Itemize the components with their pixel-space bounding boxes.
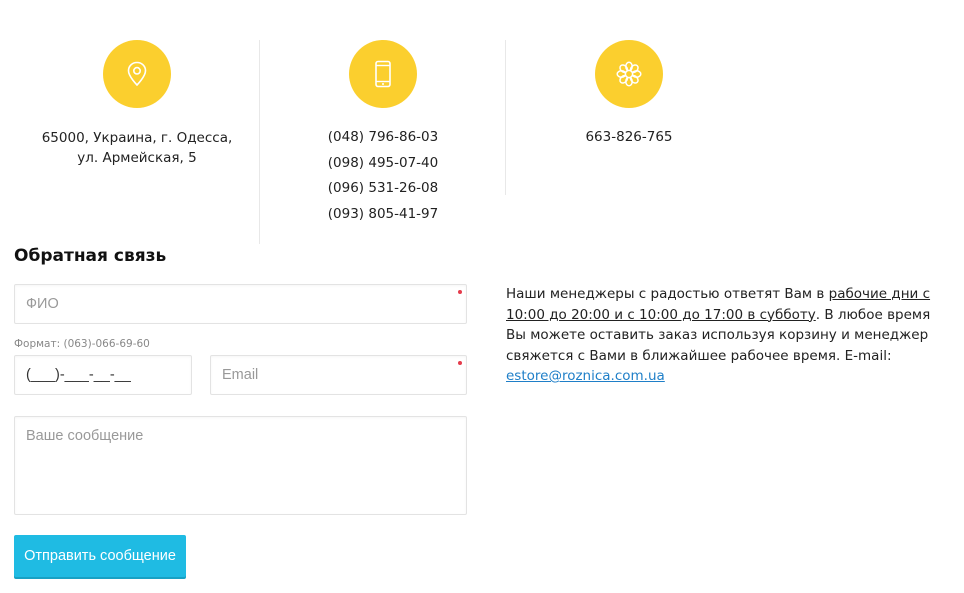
icq-icon-circle (595, 40, 663, 108)
address-text: 65000, Украина, г. Одесса, ул. Армейская… (14, 128, 260, 168)
contact-phones: (048) 796-86-03 (098) 495-07-40 (096) 53… (260, 40, 506, 227)
fio-input[interactable] (14, 284, 467, 324)
email-input[interactable] (210, 355, 467, 395)
phone-number[interactable]: (098) 495-07-40 (260, 151, 506, 177)
store-email-link[interactable]: estore@roznica.com.ua (506, 368, 665, 384)
submit-message-button[interactable]: Отправить сообщение (14, 535, 186, 577)
fio-required-marker (458, 290, 462, 294)
location-pin-icon (127, 61, 147, 87)
icq-number: 663-826-765 (585, 129, 673, 145)
info-text: Наши менеджеры с радостью ответят Вам в … (506, 284, 946, 387)
icq-flower-icon (616, 61, 642, 87)
contact-icq: 663-826-765 (506, 40, 752, 150)
address-icon-circle (103, 40, 171, 108)
address-line-2: ул. Армейская, 5 (77, 150, 197, 166)
message-textarea[interactable] (14, 416, 467, 515)
phone-icon-circle (349, 40, 417, 108)
contact-address: 65000, Украина, г. Одесса, ул. Армейская… (14, 40, 260, 168)
phone-list: (048) 796-86-03 (098) 495-07-40 (096) 53… (260, 125, 506, 227)
email-required-marker (458, 361, 462, 365)
address-line-1: 65000, Украина, г. Одесса, (41, 130, 233, 146)
phone-format-hint: Формат: (063)-066-69-60 (14, 338, 150, 350)
mobile-phone-icon (375, 60, 391, 88)
phone-number[interactable]: (096) 531-26-08 (260, 176, 506, 202)
phone-input[interactable] (14, 355, 192, 395)
form-title: Обратная связь (14, 246, 167, 266)
phone-number[interactable]: (093) 805-41-97 (260, 202, 506, 228)
phone-number[interactable]: (048) 796-86-03 (260, 125, 506, 151)
info-text-part-1: Наши менеджеры с радостью ответят Вам в (506, 286, 829, 302)
